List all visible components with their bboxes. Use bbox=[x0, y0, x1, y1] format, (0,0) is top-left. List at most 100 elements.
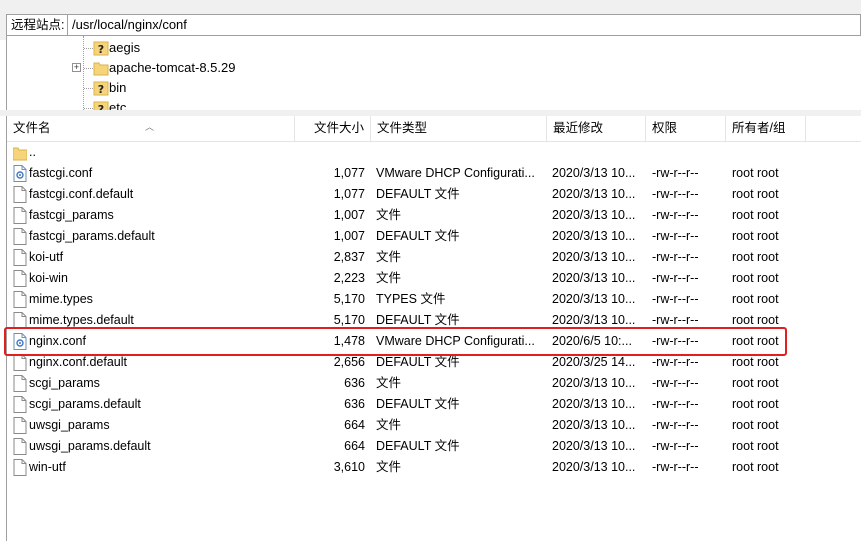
file-icon bbox=[13, 375, 27, 392]
file-icon bbox=[13, 438, 27, 455]
sort-ascending-icon: ︿ bbox=[145, 122, 155, 132]
file-size: 5,170 bbox=[333, 292, 365, 306]
file-modified: 2020/3/13 10... bbox=[552, 376, 636, 390]
file-type: DEFAULT 文件 bbox=[376, 229, 460, 243]
file-modified: 2020/3/13 10... bbox=[552, 397, 636, 411]
file-perm: -rw-r--r-- bbox=[652, 187, 699, 201]
file-name: .. bbox=[29, 145, 36, 159]
file-type: VMware DHCP Configurati... bbox=[376, 334, 535, 348]
file-modified bbox=[552, 142, 644, 163]
file-perm: -rw-r--r-- bbox=[652, 439, 699, 453]
file-name: uwsgi_params.default bbox=[29, 439, 151, 453]
file-modified: 2020/3/13 10... bbox=[552, 271, 636, 285]
file-row[interactable]: scgi_params 636 文件 2020/3/13 10... -rw-r--r-… bbox=[7, 373, 861, 394]
file-row[interactable]: fastcgi.conf.default 1,077 DEFAULT 文件 2020/… bbox=[7, 184, 861, 205]
file-owner: root root bbox=[732, 376, 779, 390]
column-header-type[interactable]: 文件类型 bbox=[371, 116, 547, 141]
file-name: nginx.conf.default bbox=[29, 355, 127, 369]
file-owner bbox=[732, 142, 802, 163]
file-row[interactable]: nginx.conf 1,478 VMware DHCP Configurati..… bbox=[7, 331, 861, 352]
file-icon bbox=[13, 354, 27, 371]
column-header-name[interactable]: 文件名 ︿ bbox=[7, 116, 295, 141]
file-icon bbox=[13, 291, 27, 308]
file-modified: 2020/3/13 10... bbox=[552, 313, 636, 327]
file-modified: 2020/3/13 10... bbox=[552, 166, 636, 180]
file-owner: root root bbox=[732, 397, 779, 411]
file-row[interactable]: scgi_params.default 636 DEFAULT 文件 2020/3/1… bbox=[7, 394, 861, 415]
file-type: DEFAULT 文件 bbox=[376, 355, 460, 369]
file-size: 3,610 bbox=[333, 460, 365, 474]
file-name: uwsgi_params bbox=[29, 418, 110, 432]
tree-item-label: bin bbox=[109, 80, 127, 95]
remote-path-input[interactable]: /usr/local/nginx/conf bbox=[68, 14, 861, 36]
file-perm: -rw-r--r-- bbox=[652, 208, 699, 222]
file-row[interactable]: mime.types 5,170 TYPES 文件 2020/3/13 10... -r… bbox=[7, 289, 861, 310]
file-size: 2,223 bbox=[333, 271, 365, 285]
file-row[interactable]: koi-win 2,223 文件 2020/3/13 10... -rw-r--r-- r… bbox=[7, 268, 861, 289]
file-row[interactable]: koi-utf 2,837 文件 2020/3/13 10... -rw-r--r-- r… bbox=[7, 247, 861, 268]
file-name: nginx.conf bbox=[29, 334, 86, 348]
column-header-owner[interactable]: 所有者/组 bbox=[726, 116, 806, 141]
file-name: scgi_params bbox=[29, 376, 100, 390]
config-file-icon bbox=[13, 165, 27, 182]
file-modified: 2020/3/13 10... bbox=[552, 439, 636, 453]
tree-item-aegis[interactable]: ? aegis bbox=[7, 38, 861, 58]
file-size bbox=[295, 142, 365, 163]
column-header-row: 文件名 ︿ 文件大小 文件类型 最近修改 权限 所有者/组 bbox=[7, 116, 861, 142]
file-perm: -rw-r--r-- bbox=[652, 292, 699, 306]
file-modified: 2020/3/13 10... bbox=[552, 418, 636, 432]
remote-site-bar: 远程站点: /usr/local/nginx/conf bbox=[0, 0, 861, 40]
remote-site-label: 远程站点: bbox=[6, 14, 68, 36]
remote-file-list[interactable]: 文件名 ︿ 文件大小 文件类型 最近修改 权限 所有者/组 .. fastcgi.… bbox=[6, 116, 861, 541]
file-perm bbox=[652, 142, 722, 163]
file-type: 文件 bbox=[376, 208, 402, 222]
file-row[interactable]: fastcgi_params 1,007 文件 2020/3/13 10... -rw-… bbox=[7, 205, 861, 226]
file-perm: -rw-r--r-- bbox=[652, 355, 699, 369]
file-row[interactable]: win-utf 3,610 文件 2020/3/13 10... -rw-r--r-- r… bbox=[7, 457, 861, 478]
file-modified: 2020/3/13 10... bbox=[552, 250, 636, 264]
remote-directory-tree[interactable]: ? aegis + apache-tomcat-8.5.29 ? bin ? e… bbox=[6, 36, 861, 110]
file-perm: -rw-r--r-- bbox=[652, 271, 699, 285]
file-owner: root root bbox=[732, 187, 779, 201]
file-owner: root root bbox=[732, 229, 779, 243]
file-row[interactable]: mime.types.default 5,170 DEFAULT 文件 2020/3/… bbox=[7, 310, 861, 331]
file-size: 636 bbox=[344, 397, 365, 411]
file-modified: 2020/3/25 14... bbox=[552, 355, 636, 369]
tree-item-bin[interactable]: ? bin bbox=[7, 78, 861, 98]
file-perm: -rw-r--r-- bbox=[652, 229, 699, 243]
file-owner: root root bbox=[732, 355, 779, 369]
unknown-folder-icon: ? bbox=[93, 101, 109, 110]
file-row[interactable]: nginx.conf.default 2,656 DEFAULT 文件 2020/3/… bbox=[7, 352, 861, 373]
file-owner: root root bbox=[732, 460, 779, 474]
tree-item-apache-tomcat[interactable]: + apache-tomcat-8.5.29 bbox=[7, 58, 861, 78]
file-size: 664 bbox=[344, 418, 365, 432]
file-perm: -rw-r--r-- bbox=[652, 166, 699, 180]
file-name: koi-win bbox=[29, 271, 68, 285]
file-row[interactable]: fastcgi.conf 1,077 VMware DHCP Configurati… bbox=[7, 163, 861, 184]
unknown-folder-icon: ? bbox=[93, 41, 109, 56]
file-type: 文件 bbox=[376, 460, 402, 474]
tree-item-etc[interactable]: ? etc bbox=[7, 98, 861, 110]
file-row[interactable]: uwsgi_params.default 664 DEFAULT 文件 2020/3/… bbox=[7, 436, 861, 457]
file-type: DEFAULT 文件 bbox=[376, 187, 460, 201]
folder-icon bbox=[12, 144, 28, 161]
file-type: 文件 bbox=[376, 376, 402, 390]
expand-icon[interactable]: + bbox=[72, 63, 81, 72]
column-header-permissions[interactable]: 权限 bbox=[646, 116, 726, 141]
file-row[interactable]: .. bbox=[7, 142, 861, 163]
file-name: fastcgi_params.default bbox=[29, 229, 155, 243]
file-size: 1,077 bbox=[333, 166, 365, 180]
file-icon bbox=[13, 459, 27, 476]
file-row[interactable]: uwsgi_params 664 文件 2020/3/13 10... -rw-r--r… bbox=[7, 415, 861, 436]
file-name: win-utf bbox=[29, 460, 66, 474]
tree-item-label: apache-tomcat-8.5.29 bbox=[109, 60, 236, 75]
file-type: TYPES 文件 bbox=[376, 292, 446, 306]
column-header-modified[interactable]: 最近修改 bbox=[547, 116, 646, 141]
file-row[interactable]: fastcgi_params.default 1,007 DEFAULT 文件 202… bbox=[7, 226, 861, 247]
file-type: VMware DHCP Configurati... bbox=[376, 166, 535, 180]
file-icon bbox=[13, 396, 27, 413]
file-type: 文件 bbox=[376, 250, 402, 264]
column-header-size[interactable]: 文件大小 bbox=[295, 116, 371, 141]
file-type: 文件 bbox=[376, 271, 402, 285]
file-type: DEFAULT 文件 bbox=[376, 313, 460, 327]
